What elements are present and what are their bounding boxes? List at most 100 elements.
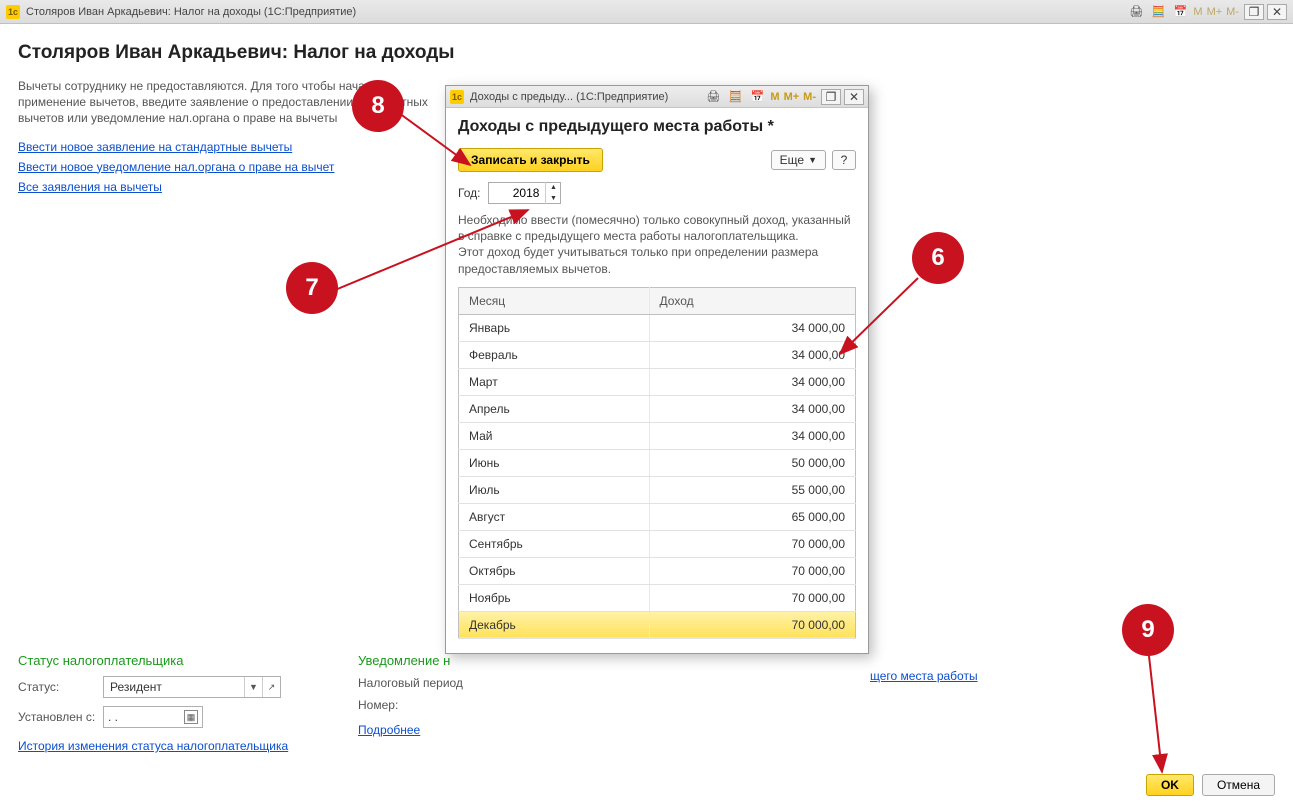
amount-cell[interactable]: 34 000,00 [649,314,855,341]
col-month: Месяц [459,287,650,314]
amount-cell[interactable]: 65 000,00 [649,503,855,530]
dialog-close-button[interactable]: ✕ [844,89,864,105]
restore-button[interactable]: ❐ [1244,4,1264,20]
year-label: Год: [458,186,480,200]
page-title: Столяров Иван Аркадьевич: Налог на доход… [18,42,1275,64]
print-icon[interactable]: 🖨 [1127,3,1145,21]
main-titlebar: 1c Столяров Иван Аркадьевич: Налог на до… [0,0,1293,24]
mplus-indicator[interactable]: M+ [782,91,802,103]
notice-heading: Уведомление н [358,653,618,668]
mminus-indicator[interactable]: M- [1224,6,1241,18]
table-row[interactable]: Ноябрь70 000,00 [459,584,856,611]
month-cell: Январь [459,314,650,341]
amount-cell[interactable]: 50 000,00 [649,449,855,476]
app-1c-icon: 1c [6,5,20,19]
annotation-6: 6 [912,232,964,284]
mminus-indicator[interactable]: M- [801,91,818,103]
status-combo[interactable]: Резидент ▼ ↗ [103,676,281,698]
month-cell: Октябрь [459,557,650,584]
dialog-description: Необходимо ввести (помесячно) только сов… [458,212,856,277]
month-cell: Февраль [459,341,650,368]
table-row[interactable]: Декабрь70 000,00 [459,611,856,638]
set-from-date-input[interactable]: . . ▦ [103,706,203,728]
amount-cell[interactable]: 55 000,00 [649,476,855,503]
more-menu-button[interactable]: Еще ▼ [771,150,826,170]
status-value: Резидент [104,680,244,694]
table-row[interactable]: Март34 000,00 [459,368,856,395]
m-indicator[interactable]: M [768,91,781,103]
calc-icon[interactable]: 🧮 [726,88,744,106]
tax-period-label: Налоговый период [358,676,463,690]
dialog-restore-button[interactable]: ❐ [821,89,841,105]
spinner-up-icon[interactable]: ▲ [546,182,560,193]
dialog-title: Доходы с предыду... (1С:Предприятие) [470,91,668,103]
month-cell: Апрель [459,395,650,422]
amount-cell[interactable]: 70 000,00 [649,611,855,638]
year-input[interactable] [489,186,545,200]
status-label: Статус: [18,680,103,694]
table-row[interactable]: Февраль34 000,00 [459,341,856,368]
month-cell: Март [459,368,650,395]
amount-cell[interactable]: 34 000,00 [649,341,855,368]
table-row[interactable]: Октябрь70 000,00 [459,557,856,584]
cancel-button[interactable]: Отмена [1202,774,1275,796]
spinner-down-icon[interactable]: ▼ [546,193,560,204]
prev-income-dialog: 1c Доходы с предыду... (1С:Предприятие) … [445,85,869,654]
dialog-heading: Доходы с предыдущего места работы * [458,118,856,136]
month-cell: Июль [459,476,650,503]
link-new-standard-deduction[interactable]: Ввести новое заявление на стандартные вы… [18,140,292,154]
col-income: Доход [649,287,855,314]
amount-cell[interactable]: 34 000,00 [649,368,855,395]
table-row[interactable]: Апрель34 000,00 [459,395,856,422]
amount-cell[interactable]: 34 000,00 [649,395,855,422]
calendar-icon[interactable]: 📅 [748,88,766,106]
app-1c-icon: 1c [450,90,464,104]
print-icon[interactable]: 🖨 [704,88,722,106]
dialog-titlebar: 1c Доходы с предыду... (1С:Предприятие) … [446,86,868,108]
more-label: Еще [780,153,804,167]
chevron-down-icon: ▼ [808,155,817,165]
link-status-history[interactable]: История изменения статуса налогоплательщ… [18,739,288,753]
table-row[interactable]: Май34 000,00 [459,422,856,449]
save-and-close-button[interactable]: Записать и закрыть [458,148,603,172]
open-ref-icon[interactable]: ↗ [262,677,280,697]
main-title: Столяров Иван Аркадьевич: Налог на доход… [26,6,356,18]
month-cell: Август [459,503,650,530]
amount-cell[interactable]: 34 000,00 [649,422,855,449]
number-label: Номер: [358,698,418,712]
month-cell: Сентябрь [459,530,650,557]
m-indicator[interactable]: M [1191,6,1204,18]
taxpayer-status-heading: Статус налогоплательщика [18,653,318,668]
help-button[interactable]: ? [832,150,856,170]
income-table: Месяц Доход Январь34 000,00Февраль34 000… [458,287,856,639]
month-cell: Май [459,422,650,449]
calendar-icon[interactable]: 📅 [1171,3,1189,21]
link-prev-workplace-fragment[interactable]: щего места работы [870,669,978,683]
year-spinner[interactable]: ▲ ▼ [488,182,561,204]
set-from-label: Установлен с: [18,710,103,724]
link-new-tax-notice[interactable]: Ввести новое уведомление нал.органа о пр… [18,160,334,174]
mplus-indicator[interactable]: M+ [1205,6,1225,18]
ok-button[interactable]: OK [1146,774,1194,796]
link-all-statements[interactable]: Все заявления на вычеты [18,180,162,194]
set-from-value: . . [108,710,118,724]
annotation-9: 9 [1122,604,1174,656]
month-cell: Ноябрь [459,584,650,611]
table-row[interactable]: Июль55 000,00 [459,476,856,503]
table-row[interactable]: Сентябрь70 000,00 [459,530,856,557]
close-button[interactable]: ✕ [1267,4,1287,20]
amount-cell[interactable]: 70 000,00 [649,557,855,584]
month-cell: Июнь [459,449,650,476]
chevron-down-icon[interactable]: ▼ [244,677,262,697]
amount-cell[interactable]: 70 000,00 [649,530,855,557]
table-row[interactable]: Июнь50 000,00 [459,449,856,476]
annotation-7: 7 [286,262,338,314]
annotation-8: 8 [352,80,404,132]
calc-icon[interactable]: 🧮 [1149,3,1167,21]
table-row[interactable]: Август65 000,00 [459,503,856,530]
link-more-details[interactable]: Подробнее [358,723,420,737]
table-row[interactable]: Январь34 000,00 [459,314,856,341]
month-cell: Декабрь [459,611,650,638]
calendar-icon[interactable]: ▦ [184,710,198,724]
amount-cell[interactable]: 70 000,00 [649,584,855,611]
